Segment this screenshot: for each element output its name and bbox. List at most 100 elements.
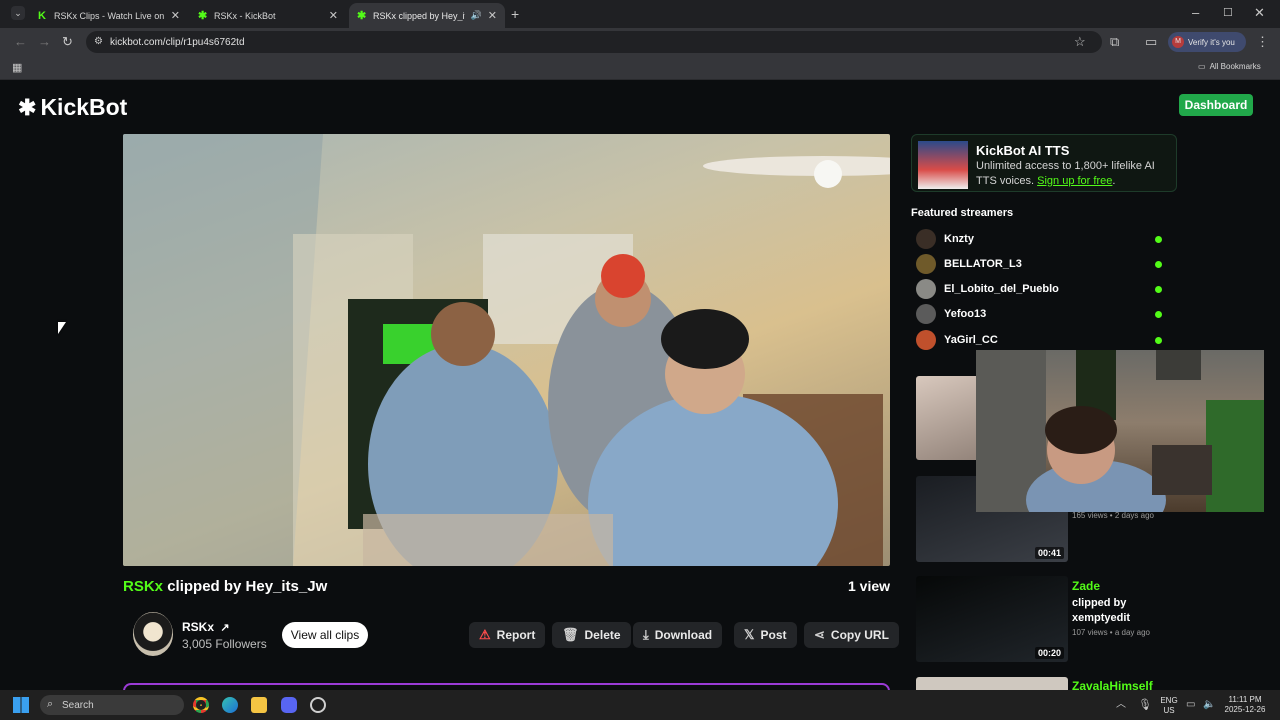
- streamer-item[interactable]: El_Lobito_del_Pueblo: [916, 279, 1166, 299]
- streamer-avatar: [916, 254, 936, 274]
- live-indicator: [1155, 310, 1162, 318]
- taskbar-search[interactable]: ⌕ Search: [40, 695, 184, 715]
- streamer-item[interactable]: BELLATOR_L3: [916, 254, 1166, 274]
- live-indicator: [1155, 260, 1162, 268]
- profile-verify-button[interactable]: M Verify it's you: [1168, 32, 1246, 52]
- extensions-icon[interactable]: ⧉: [1110, 35, 1119, 49]
- new-tab-icon[interactable]: +: [511, 7, 519, 21]
- cast-icon[interactable]: ▭: [1145, 35, 1157, 49]
- all-bookmarks[interactable]: ▭ All Bookmarks: [1198, 62, 1261, 71]
- close-tab-icon[interactable]: ✕: [171, 9, 180, 22]
- url-text: kickbot.com/clip/r1pu4s6762td: [110, 36, 245, 48]
- edge-icon[interactable]: [222, 697, 238, 713]
- tab-label: RSKx clipped by Hey_its_Jw: [373, 10, 465, 21]
- file-explorer-icon[interactable]: [251, 697, 267, 713]
- maximize-icon[interactable]: ☐: [1223, 6, 1233, 20]
- streamer-item[interactable]: YaGirl_CC: [916, 330, 1166, 350]
- clip-video-player[interactable]: [123, 134, 890, 566]
- streamer-item[interactable]: Yefoo13: [916, 304, 1166, 324]
- date-text: 2025-12-26: [1224, 705, 1266, 714]
- windows-taskbar: ⌕ Search ︿ 🎙 ENG US ▭ 🔈 11:11 PM 2025-12…: [0, 690, 1280, 720]
- tab-rskx-kickbot[interactable]: ✱ RSKx - KickBot ✕: [190, 3, 346, 28]
- share-icon: ⋖: [814, 627, 825, 642]
- dashboard-button[interactable]: Dashboard: [1179, 94, 1253, 116]
- forward-icon[interactable]: →: [38, 35, 51, 49]
- address-bar[interactable]: ⚙ kickbot.com/clip/r1pu4s6762td ☆: [86, 31, 1102, 53]
- tab-label: RSKx Clips - Watch Live on Kick: [54, 10, 165, 21]
- live-indicator: [1155, 285, 1162, 293]
- clip-view-count: 1 view: [848, 578, 891, 594]
- clip-meta: 107 views • a day ago: [1072, 628, 1150, 637]
- kickbot-favicon-icon: ✱: [198, 9, 208, 22]
- tts-promo-description: Unlimited access to 1,800+ lifelike AI T…: [976, 159, 1176, 189]
- x-logo-icon: 𝕏: [744, 627, 755, 642]
- browser-toolbar: ← → ↻ ⚙ kickbot.com/clip/r1pu4s6762td ☆ …: [0, 28, 1280, 56]
- volume-icon[interactable]: 🔈: [1203, 698, 1215, 712]
- view-all-clips-button[interactable]: View all clips: [282, 622, 368, 648]
- clip-channel[interactable]: Zade: [1072, 579, 1100, 593]
- delete-button[interactable]: 🗑 Delete: [552, 622, 631, 648]
- streamer-name: Yefoo13: [944, 308, 987, 320]
- language-indicator[interactable]: ENG US: [1158, 696, 1180, 716]
- microphone-icon[interactable]: 🎙: [1138, 698, 1152, 712]
- logo-text: KickBot: [40, 94, 128, 120]
- back-icon[interactable]: ←: [14, 35, 27, 49]
- tts-promo-card[interactable]: KickBot AI TTS Unlimited access to 1,800…: [911, 134, 1177, 192]
- clip-thumbnail[interactable]: [916, 677, 1068, 690]
- tab-search-icon[interactable]: ⌄: [11, 6, 25, 20]
- clip-duration: 00:41: [1034, 547, 1064, 559]
- delete-label: Delete: [584, 628, 621, 642]
- bookmarks-bar: ▦ ▭ All Bookmarks: [0, 56, 1280, 80]
- tab-rskx-clips[interactable]: K RSKx Clips - Watch Live on Kick ✕: [30, 3, 188, 28]
- clip-duration: 00:20: [1034, 647, 1064, 659]
- tab-label: RSKx - KickBot: [214, 10, 276, 21]
- speaker-icon[interactable]: 🔊: [471, 10, 482, 21]
- bookmark-star-icon[interactable]: ☆: [1074, 35, 1086, 49]
- windows-start-icon[interactable]: [13, 697, 29, 713]
- report-button[interactable]: ⚠ Report: [469, 622, 546, 648]
- download-button[interactable]: ⤓ Download: [633, 622, 723, 648]
- app-icon[interactable]: [310, 697, 326, 713]
- search-icon: ⌕: [47, 698, 54, 710]
- streamer-name: BELLATOR_L3: [944, 258, 1022, 270]
- post-label: Post: [760, 628, 787, 642]
- clip-channel-link[interactable]: RSKx: [123, 578, 163, 595]
- browser-tab-strip: ⌄ K RSKx Clips - Watch Live on Kick ✕ ✱ …: [0, 0, 1280, 28]
- channel-avatar[interactable]: [133, 612, 173, 656]
- verify-label: Verify it's you: [1188, 37, 1235, 47]
- tts-promo-image: [918, 141, 968, 189]
- folder-icon: ▭: [1198, 62, 1206, 71]
- kickbot-logo[interactable]: ✱ KickBot: [18, 94, 127, 121]
- discord-icon[interactable]: [281, 697, 297, 713]
- close-window-icon[interactable]: ✕: [1254, 6, 1265, 20]
- reload-icon[interactable]: ↻: [62, 35, 73, 49]
- menu-kebab-icon[interactable]: ⋮: [1256, 35, 1269, 49]
- sign-up-link[interactable]: Sign up for free: [1037, 175, 1112, 187]
- show-hidden-icons-icon[interactable]: ︿: [1116, 698, 1126, 712]
- picture-in-picture-video[interactable]: [976, 350, 1264, 512]
- channel-name-link[interactable]: RSKx ↗: [182, 620, 230, 634]
- external-link-icon: ↗: [220, 622, 230, 634]
- copy-url-button[interactable]: ⋖ Copy URL: [804, 622, 899, 648]
- apps-grid-icon[interactable]: ▦: [12, 61, 22, 75]
- close-tab-icon[interactable]: ✕: [488, 9, 497, 22]
- minimize-icon[interactable]: –: [1192, 6, 1199, 20]
- streamer-item[interactable]: Knzty: [916, 229, 1166, 249]
- network-icon[interactable]: ▭: [1186, 698, 1195, 712]
- tab-rskx-clipped[interactable]: ✱ RSKx clipped by Hey_its_Jw 🔊 ✕: [349, 3, 505, 28]
- chrome-icon[interactable]: [193, 697, 209, 713]
- site-info-icon[interactable]: ⚙: [94, 35, 103, 49]
- close-tab-icon[interactable]: ✕: [329, 9, 338, 22]
- clock[interactable]: 11:11 PM 2025-12-26: [1222, 695, 1268, 715]
- clip-thumbnail[interactable]: 00:20: [916, 576, 1068, 662]
- comment-box-edge: [123, 683, 890, 690]
- all-bookmarks-label: All Bookmarks: [1209, 62, 1261, 71]
- video-frame: [123, 134, 890, 566]
- post-button[interactable]: 𝕏 Post: [734, 622, 797, 648]
- clip-channel[interactable]: ZavalaHimself: [1072, 679, 1153, 690]
- live-indicator: [1155, 336, 1162, 344]
- kickbot-favicon-icon: ✱: [357, 9, 367, 22]
- region-text: US: [1163, 706, 1175, 715]
- streamer-avatar: [916, 279, 936, 299]
- streamer-avatar: [916, 330, 936, 350]
